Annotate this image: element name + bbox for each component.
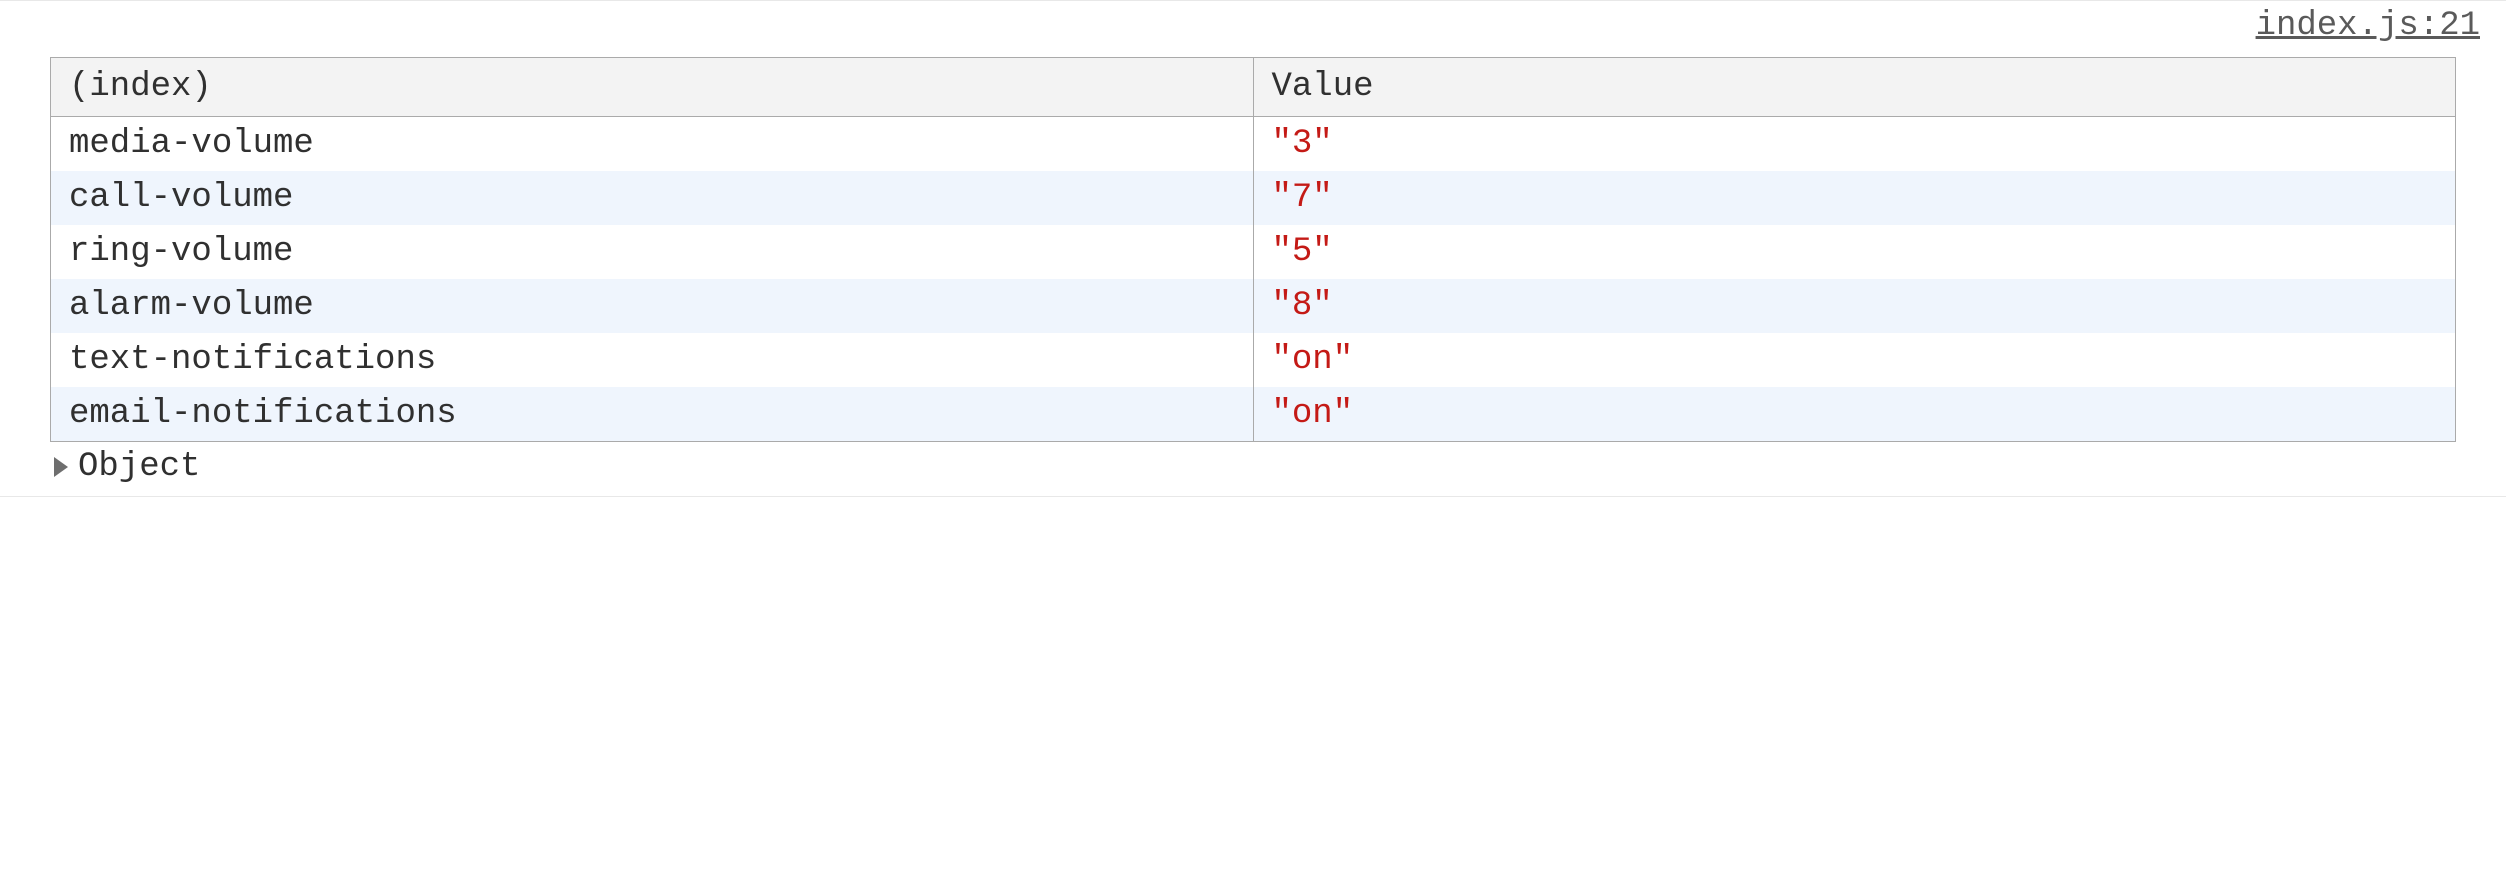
object-disclosure-row[interactable]: Object xyxy=(54,448,2506,486)
cell-value: "5" xyxy=(1253,225,2456,279)
header-index[interactable]: (index) xyxy=(51,58,1254,117)
table-header-row: (index) Value xyxy=(51,58,2456,117)
object-label: Object xyxy=(78,448,200,486)
cell-index: alarm-volume xyxy=(51,279,1254,333)
console-entry: index.js:21 (index) Value media-volume "… xyxy=(0,0,2506,497)
table-row: call-volume "7" xyxy=(51,171,2456,225)
header-value[interactable]: Value xyxy=(1253,58,2456,117)
cell-index: call-volume xyxy=(51,171,1254,225)
cell-value: "on" xyxy=(1253,333,2456,387)
cell-value: "8" xyxy=(1253,279,2456,333)
cell-value: "3" xyxy=(1253,117,2456,172)
cell-index: media-volume xyxy=(51,117,1254,172)
table-row: ring-volume "5" xyxy=(51,225,2456,279)
source-link[interactable]: index.js:21 xyxy=(2256,7,2480,45)
disclosure-triangle-icon xyxy=(54,457,68,477)
cell-index: text-notifications xyxy=(51,333,1254,387)
table-row: alarm-volume "8" xyxy=(51,279,2456,333)
table-row: media-volume "3" xyxy=(51,117,2456,172)
table-row: text-notifications "on" xyxy=(51,333,2456,387)
console-table-wrapper: (index) Value media-volume "3" call-volu… xyxy=(50,57,2456,442)
cell-value: "7" xyxy=(1253,171,2456,225)
console-table: (index) Value media-volume "3" call-volu… xyxy=(50,57,2456,442)
table-row: email-notifications "on" xyxy=(51,387,2456,442)
cell-value: "on" xyxy=(1253,387,2456,442)
cell-index: email-notifications xyxy=(51,387,1254,442)
cell-index: ring-volume xyxy=(51,225,1254,279)
